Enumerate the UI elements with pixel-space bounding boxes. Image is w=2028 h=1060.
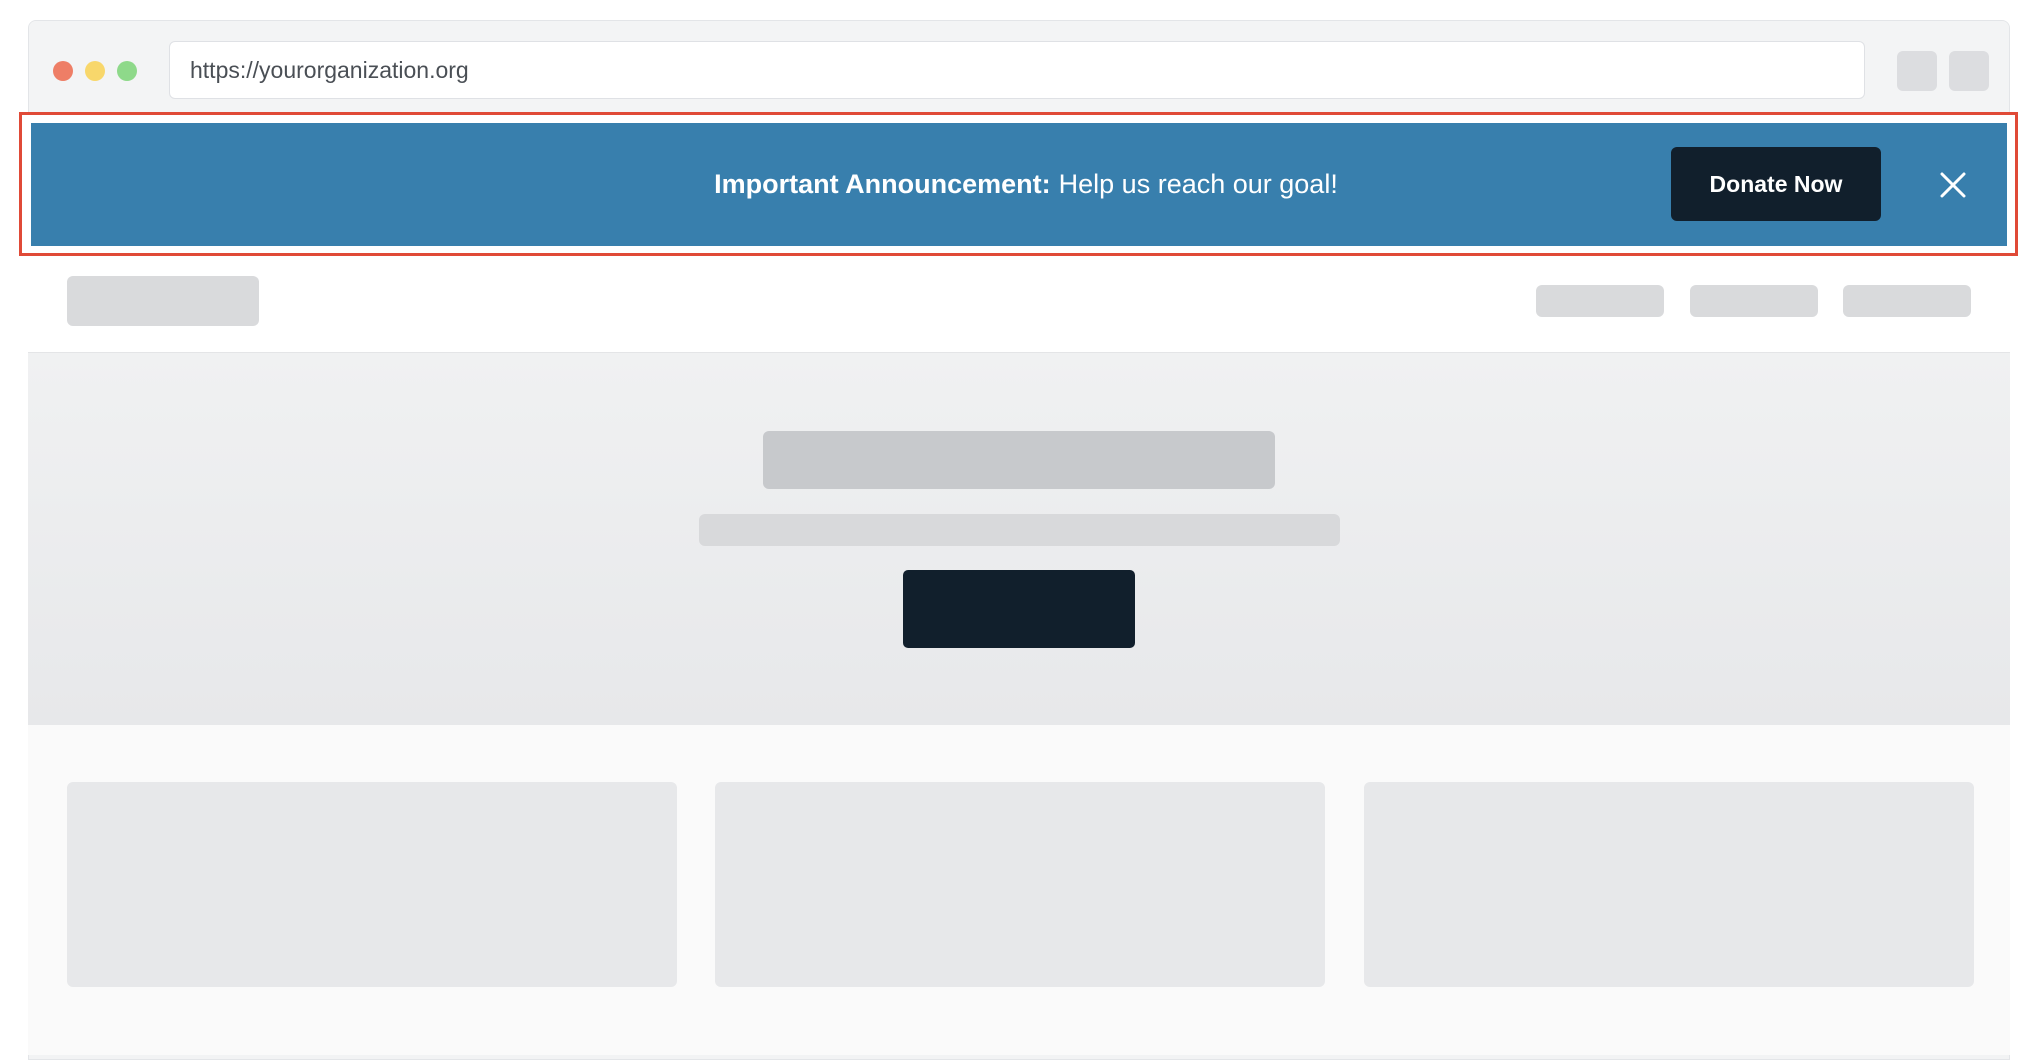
content-section — [28, 725, 2010, 1055]
window-maximize-button[interactable] — [117, 61, 137, 81]
nav-link-placeholder[interactable] — [1843, 285, 1971, 317]
address-bar[interactable]: https://yourorganization.org — [169, 41, 1865, 99]
content-card-placeholder — [715, 782, 1325, 987]
announcement-message: Help us reach our goal! — [1058, 169, 1338, 199]
announcement-banner: Important Announcement: Help us reach ou… — [31, 123, 2007, 246]
hero-cta-button[interactable] — [903, 570, 1135, 648]
window-minimize-button[interactable] — [85, 61, 105, 81]
browser-action-button[interactable] — [1897, 51, 1937, 91]
hero-section — [28, 353, 2010, 725]
hero-title-placeholder — [763, 431, 1275, 489]
window-close-button[interactable] — [53, 61, 73, 81]
close-announcement-button[interactable] — [1931, 163, 1975, 207]
address-bar-url: https://yourorganization.org — [190, 56, 469, 83]
nav-link-placeholder[interactable] — [1536, 285, 1664, 317]
content-card-placeholder — [1364, 782, 1974, 987]
close-icon — [1940, 172, 1966, 198]
donate-now-button[interactable]: Donate Now — [1671, 147, 1881, 221]
browser-toolbar: https://yourorganization.org — [29, 21, 2009, 117]
browser-menu-button[interactable] — [1949, 51, 1989, 91]
content-card-placeholder — [67, 782, 677, 987]
announcement-label: Important Announcement: — [714, 169, 1051, 199]
hero-subtitle-placeholder — [699, 514, 1340, 546]
nav-link-placeholder[interactable] — [1690, 285, 1818, 317]
logo-placeholder — [67, 276, 259, 326]
site-header — [28, 256, 2010, 353]
